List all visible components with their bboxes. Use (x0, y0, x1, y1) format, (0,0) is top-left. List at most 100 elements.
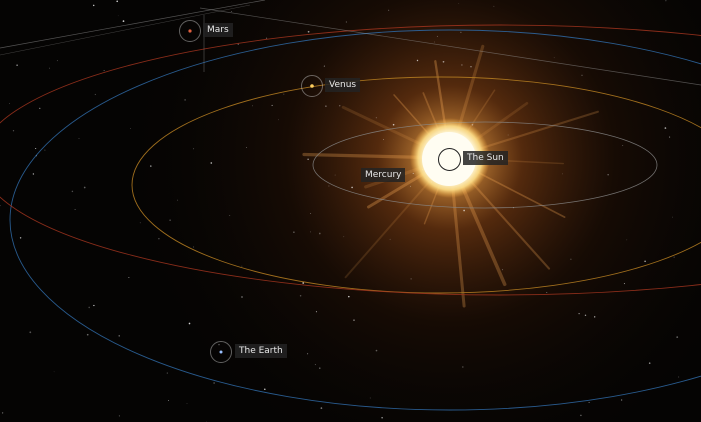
venus-marker[interactable] (301, 75, 323, 97)
star (213, 382, 215, 384)
star (673, 256, 675, 258)
star (139, 222, 141, 224)
star (493, 5, 495, 7)
sun-label[interactable]: The Sun (463, 151, 508, 165)
star (118, 335, 120, 337)
star (83, 186, 86, 189)
star (32, 173, 35, 175)
star (665, 0, 667, 2)
star (584, 314, 587, 317)
star (302, 282, 305, 284)
star (676, 336, 679, 338)
star (310, 231, 311, 233)
star (318, 232, 321, 235)
star (130, 127, 131, 129)
star (328, 185, 330, 187)
earth-label[interactable]: The Earth (235, 344, 287, 358)
earth-marker[interactable] (210, 341, 232, 363)
star (410, 185, 411, 187)
star (169, 219, 171, 221)
star (546, 292, 548, 293)
star (186, 403, 188, 404)
star (1, 412, 4, 414)
star (16, 64, 18, 66)
star (314, 364, 316, 366)
star (94, 93, 96, 96)
star (460, 31, 462, 33)
star (19, 237, 22, 239)
star (644, 260, 646, 263)
star (188, 322, 191, 325)
mars-marker[interactable] (179, 20, 201, 42)
star (103, 70, 105, 72)
star (502, 269, 504, 271)
star (389, 238, 391, 240)
star (381, 417, 383, 419)
star (507, 134, 509, 136)
venus-label[interactable]: Venus (325, 78, 361, 92)
star (463, 209, 465, 212)
star (319, 367, 321, 369)
star (53, 371, 55, 373)
star (246, 147, 247, 149)
star (433, 41, 435, 43)
mercury-label[interactable]: Mercury (361, 168, 406, 182)
star (86, 333, 89, 336)
star (310, 213, 312, 215)
star (607, 174, 609, 176)
star (184, 99, 186, 101)
star (461, 64, 463, 66)
star (580, 414, 582, 417)
star (150, 165, 152, 167)
star (375, 117, 377, 119)
star (92, 4, 95, 7)
star (49, 67, 50, 69)
star (462, 366, 464, 368)
star (339, 105, 341, 107)
star (9, 103, 10, 104)
star (193, 148, 195, 150)
sun-marker[interactable] (438, 148, 461, 171)
star (78, 138, 80, 139)
star (626, 239, 628, 241)
star (351, 186, 353, 189)
star (458, 2, 460, 4)
star (325, 105, 327, 107)
star (672, 216, 673, 218)
star (116, 0, 118, 3)
star (669, 136, 671, 138)
star (241, 265, 243, 267)
star (581, 74, 583, 76)
star (168, 399, 170, 401)
star (128, 277, 130, 278)
star (12, 130, 15, 132)
star (436, 35, 438, 37)
star (35, 147, 37, 150)
star (122, 20, 125, 22)
star (271, 104, 273, 106)
star (470, 66, 472, 68)
star (320, 407, 323, 409)
mars-label[interactable]: Mars (203, 23, 233, 37)
star (56, 60, 58, 62)
star (623, 283, 625, 285)
star (93, 304, 95, 307)
star (283, 93, 285, 95)
star (29, 331, 32, 334)
star (210, 162, 213, 164)
star (231, 11, 233, 12)
star (88, 306, 91, 309)
solar-system-view[interactable] (0, 0, 701, 422)
star (348, 295, 350, 298)
star (307, 158, 309, 160)
star (299, 295, 302, 297)
star (648, 362, 651, 364)
star (307, 30, 310, 33)
star (323, 65, 325, 67)
star (416, 59, 419, 62)
star (315, 311, 317, 313)
star (158, 238, 160, 240)
sun-glow (0, 0, 701, 422)
star (118, 415, 120, 417)
star (307, 353, 309, 355)
